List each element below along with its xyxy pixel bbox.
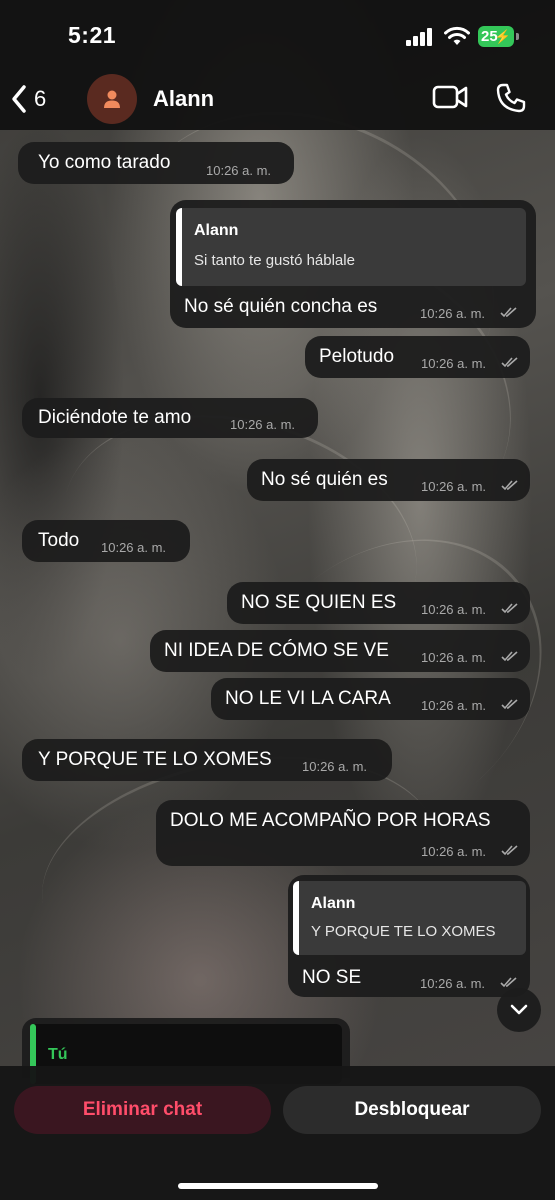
- phone-icon: [496, 83, 526, 113]
- message-time: 10:26 a. m.: [421, 356, 487, 371]
- chevron-left-icon: [12, 85, 26, 113]
- message-text: Yo como tarado: [38, 152, 171, 173]
- double-check-icon: [501, 480, 518, 491]
- quoted-message[interactable]: Alann Y PORQUE TE LO XOMES: [293, 881, 526, 955]
- double-check-icon: [501, 651, 518, 662]
- message-time: 10:26 a. m.: [420, 976, 486, 991]
- double-check-icon: [501, 603, 518, 614]
- video-call-button[interactable]: [432, 84, 468, 115]
- double-check-icon: [501, 357, 518, 368]
- message-text: No sé quién es: [261, 469, 388, 490]
- message-incoming[interactable]: Y PORQUE TE LO XOMES 10:26 a. m.: [22, 739, 392, 781]
- battery-cap: [516, 33, 519, 40]
- message-text: No sé quién concha es: [184, 296, 378, 317]
- contact-avatar[interactable]: [87, 74, 137, 124]
- contact-name[interactable]: Alann: [153, 86, 214, 112]
- double-check-icon: [500, 977, 517, 988]
- double-check-icon: [501, 845, 518, 856]
- message-outgoing[interactable]: NO SE QUIEN ES 10:26 a. m.: [227, 582, 530, 624]
- message-outgoing-reply[interactable]: Alann Y PORQUE TE LO XOMES NO SE 10:26 a…: [288, 875, 530, 997]
- unblock-button[interactable]: Desbloquear: [283, 1086, 541, 1134]
- message-outgoing[interactable]: Pelotudo 10:26 a. m.: [305, 336, 530, 378]
- quote-text: Y PORQUE TE LO XOMES: [311, 923, 496, 940]
- message-time: 10:26 a. m.: [206, 163, 272, 178]
- message-text: NI IDEA DE CÓMO SE VE: [164, 640, 389, 661]
- quote-bar: [293, 881, 299, 955]
- quote-author: Alann: [311, 895, 356, 912]
- double-check-icon: [501, 699, 518, 710]
- message-outgoing[interactable]: DOLO ME ACOMPAÑO POR HORAS 10:26 a. m.: [156, 800, 530, 866]
- voice-call-button[interactable]: [495, 82, 527, 119]
- message-text: NO SE: [302, 967, 362, 988]
- message-text: Todo: [38, 530, 80, 551]
- message-time: 10:26 a. m.: [420, 306, 486, 321]
- quote-author: Tú: [48, 1046, 68, 1063]
- chat-header: 6 Alann: [0, 70, 555, 130]
- message-outgoing-reply[interactable]: Alann Si tanto te gustó háblale No sé qu…: [170, 200, 536, 328]
- delete-chat-button[interactable]: Eliminar chat: [14, 1086, 271, 1134]
- message-outgoing[interactable]: NI IDEA DE CÓMO SE VE 10:26 a. m.: [150, 630, 530, 672]
- message-text: DOLO ME ACOMPAÑO POR HORAS: [170, 810, 491, 831]
- quote-author: Alann: [194, 222, 239, 239]
- message-text: Pelotudo: [319, 346, 395, 367]
- message-outgoing[interactable]: NO LE VI LA CARA 10:26 a. m.: [211, 678, 530, 720]
- quoted-message[interactable]: Alann Si tanto te gustó háblale: [176, 208, 526, 286]
- battery-icon: 25 ⚡: [478, 26, 514, 47]
- message-time: 10:26 a. m.: [302, 759, 368, 774]
- message-time: 10:26 a. m.: [230, 417, 296, 432]
- chevron-down-icon: [510, 1004, 528, 1015]
- cellular-signal-icon: [406, 28, 432, 46]
- home-indicator[interactable]: [178, 1183, 378, 1189]
- message-time: 10:26 a. m.: [421, 602, 487, 617]
- message-text: Y PORQUE TE LO XOMES: [38, 749, 272, 770]
- person-icon: [104, 90, 120, 108]
- message-text: Diciéndote te amo: [38, 407, 192, 428]
- video-camera-icon: [432, 85, 468, 109]
- unread-count: 6: [34, 86, 47, 111]
- back-button[interactable]: 6: [10, 82, 70, 116]
- message-incoming[interactable]: Todo 10:26 a. m.: [22, 520, 190, 562]
- message-time: 10:26 a. m.: [421, 650, 487, 665]
- charging-bolt-icon: ⚡: [494, 29, 511, 44]
- message-text: NO SE QUIEN ES: [241, 592, 397, 613]
- message-time: 10:26 a. m.: [421, 844, 487, 859]
- message-incoming[interactable]: Diciéndote te amo 10:26 a. m.: [22, 398, 318, 438]
- blocked-actions-bar: Eliminar chat Desbloquear: [0, 1066, 555, 1200]
- message-incoming[interactable]: Yo como tarado 10:26 a. m.: [18, 142, 294, 184]
- quote-bar: [176, 208, 182, 286]
- message-time: 10:26 a. m.: [101, 540, 167, 555]
- message-time: 10:26 a. m.: [421, 698, 487, 713]
- double-check-icon: [500, 307, 517, 318]
- quote-text: Si tanto te gustó háblale: [194, 252, 355, 269]
- message-text: NO LE VI LA CARA: [225, 688, 391, 709]
- message-outgoing[interactable]: No sé quién es 10:26 a. m.: [247, 459, 530, 501]
- status-bar: 5:21 25 ⚡: [0, 0, 555, 70]
- wifi-icon: [444, 26, 470, 51]
- message-time: 10:26 a. m.: [421, 479, 487, 494]
- status-time: 5:21: [68, 22, 117, 48]
- scroll-to-bottom-button[interactable]: [497, 988, 541, 1032]
